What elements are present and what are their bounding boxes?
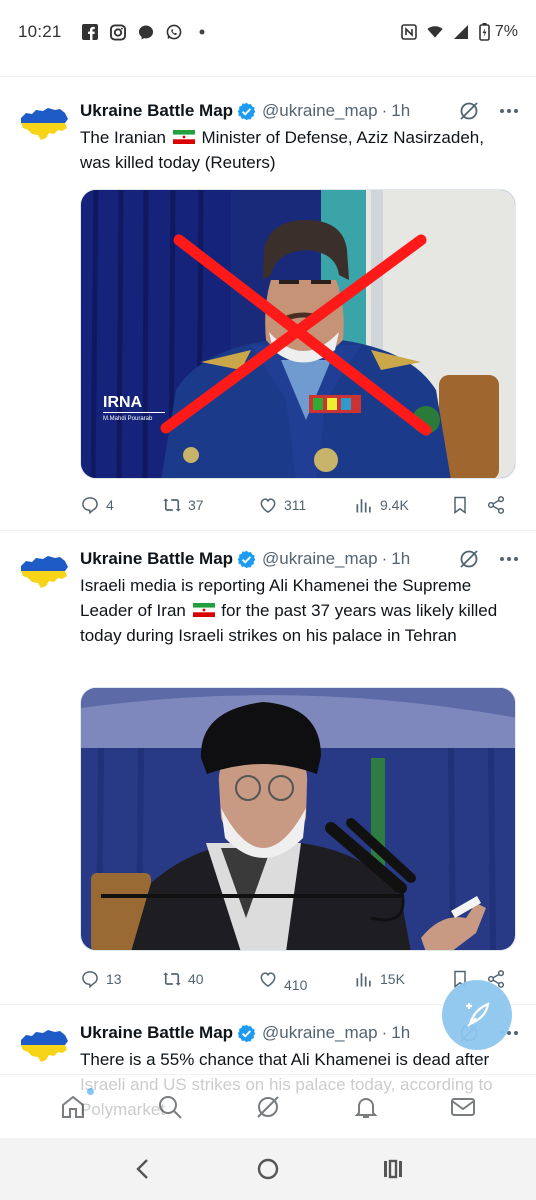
media-credit: M.Mahdi Pourarab xyxy=(103,416,153,422)
grok-icon[interactable] xyxy=(458,100,480,122)
ukraine-map-avatar-icon xyxy=(21,556,68,588)
author-name[interactable]: Ukraine Battle Map xyxy=(80,1023,233,1043)
views-chart-icon xyxy=(356,973,371,987)
separator-dot: · xyxy=(381,549,388,568)
compose-post-button[interactable] xyxy=(442,980,512,1050)
like-button[interactable]: 410 xyxy=(258,969,354,993)
avatar[interactable] xyxy=(18,1026,70,1066)
reply-count: 13 xyxy=(106,971,122,987)
tweet-text: Israeli media is reporting Ali Khamenei … xyxy=(80,573,518,648)
reply-count: 4 xyxy=(106,497,114,513)
nfc-icon xyxy=(401,24,417,40)
repost-count: 40 xyxy=(188,971,204,987)
verified-badge-icon xyxy=(237,550,256,569)
heart-icon xyxy=(260,972,276,987)
author-handle[interactable]: @ukraine_map xyxy=(262,101,378,121)
status-time: 10:21 xyxy=(18,22,62,41)
repost-icon xyxy=(163,972,181,986)
repost-button[interactable]: 37 xyxy=(162,495,258,515)
view-count: 9.4K xyxy=(380,497,409,513)
reply-button[interactable]: 13 xyxy=(80,969,162,989)
repost-icon xyxy=(163,498,181,512)
ukraine-map-avatar-icon xyxy=(21,108,68,140)
repost-button[interactable]: 40 xyxy=(162,969,258,989)
system-navigation-bar xyxy=(0,1138,536,1200)
instagram-icon xyxy=(109,24,126,40)
recents-icon[interactable] xyxy=(379,1155,407,1183)
grok-icon[interactable] xyxy=(458,548,480,570)
views-button[interactable]: 15K xyxy=(354,969,450,989)
tweet-1[interactable]: Ukraine Battle Map @ukraine_map · 1h The… xyxy=(0,78,536,530)
tweet-divider xyxy=(0,530,536,531)
signal-icon xyxy=(453,24,469,40)
iran-flag-icon xyxy=(192,603,215,617)
wifi-icon xyxy=(427,24,443,40)
reply-icon xyxy=(82,971,98,989)
status-right: 7% xyxy=(401,23,518,41)
status-bar: 10:21 7% xyxy=(0,0,536,64)
home-notification-dot xyxy=(86,1087,94,1095)
whatsapp-icon xyxy=(166,24,182,40)
share-icon xyxy=(487,496,505,514)
author-name[interactable]: Ukraine Battle Map xyxy=(80,101,233,121)
view-count: 15K xyxy=(380,971,405,987)
verified-badge-icon xyxy=(237,102,256,121)
tweet-header: Ukraine Battle Map @ukraine_map · 1h xyxy=(80,547,520,571)
reply-button[interactable]: 4 xyxy=(80,495,162,515)
avatar[interactable] xyxy=(18,552,70,592)
verified-badge-icon xyxy=(237,1024,256,1043)
tweet-header: Ukraine Battle Map @ukraine_map · 1h xyxy=(80,99,520,123)
separator-dot: · xyxy=(381,101,388,120)
home-icon[interactable] xyxy=(58,1087,94,1122)
top-divider xyxy=(0,76,536,77)
tweet-time[interactable]: 1h xyxy=(391,549,410,569)
separator-dot: · xyxy=(381,1023,388,1042)
back-icon[interactable] xyxy=(129,1155,157,1183)
tweet-media-image[interactable]: IRNA M.Mahdi Pourarab xyxy=(80,189,516,479)
views-button[interactable]: 9.4K xyxy=(354,495,450,515)
tweet-time[interactable]: 1h xyxy=(391,1023,410,1043)
heart-icon xyxy=(260,498,276,513)
messenger-icon xyxy=(138,24,154,40)
author-handle[interactable]: @ukraine_map xyxy=(262,549,378,569)
notifications-icon[interactable] xyxy=(351,1092,381,1122)
search-icon[interactable] xyxy=(155,1092,185,1122)
home-circle-icon[interactable] xyxy=(254,1155,282,1183)
tweet-media-image[interactable] xyxy=(80,687,516,951)
tweet-actions: 4 37 311 9.4K xyxy=(80,490,520,520)
tweet-time[interactable]: 1h xyxy=(391,101,410,121)
tweet-2[interactable]: Ukraine Battle Map @ukraine_map · 1h Isr… xyxy=(0,532,536,1004)
like-button[interactable]: 311 xyxy=(258,495,354,515)
tweet-text: The Iranian Minister of Defense, Aziz Na… xyxy=(80,125,518,175)
views-chart-icon xyxy=(356,499,371,513)
facebook-icon xyxy=(81,24,98,40)
bookmark-icon xyxy=(454,496,466,514)
bottom-tab-bar xyxy=(0,1074,536,1138)
battery-icon xyxy=(479,23,491,41)
compose-feather-icon xyxy=(466,1002,490,1027)
more-options-icon[interactable] xyxy=(498,548,520,570)
like-count: 410 xyxy=(284,977,308,993)
grok-icon[interactable] xyxy=(253,1092,283,1122)
battery-percent: 7% xyxy=(494,23,518,40)
reply-icon xyxy=(82,497,98,515)
avatar[interactable] xyxy=(18,104,70,144)
notification-dot xyxy=(194,24,210,40)
author-name[interactable]: Ukraine Battle Map xyxy=(80,549,233,569)
ukraine-map-avatar-icon xyxy=(21,1030,68,1062)
iran-flag-icon xyxy=(172,130,195,144)
like-count: 311 xyxy=(284,497,307,513)
bookmark-button[interactable] xyxy=(450,495,486,515)
author-handle[interactable]: @ukraine_map xyxy=(262,1023,378,1043)
repost-count: 37 xyxy=(188,497,204,513)
messages-icon[interactable] xyxy=(448,1092,478,1122)
more-options-icon[interactable] xyxy=(498,100,520,122)
tweet-text-part1: The Iranian xyxy=(80,128,171,147)
status-left: 10:21 xyxy=(18,22,210,42)
share-button[interactable] xyxy=(486,495,516,515)
media-watermark: IRNA xyxy=(103,394,143,411)
